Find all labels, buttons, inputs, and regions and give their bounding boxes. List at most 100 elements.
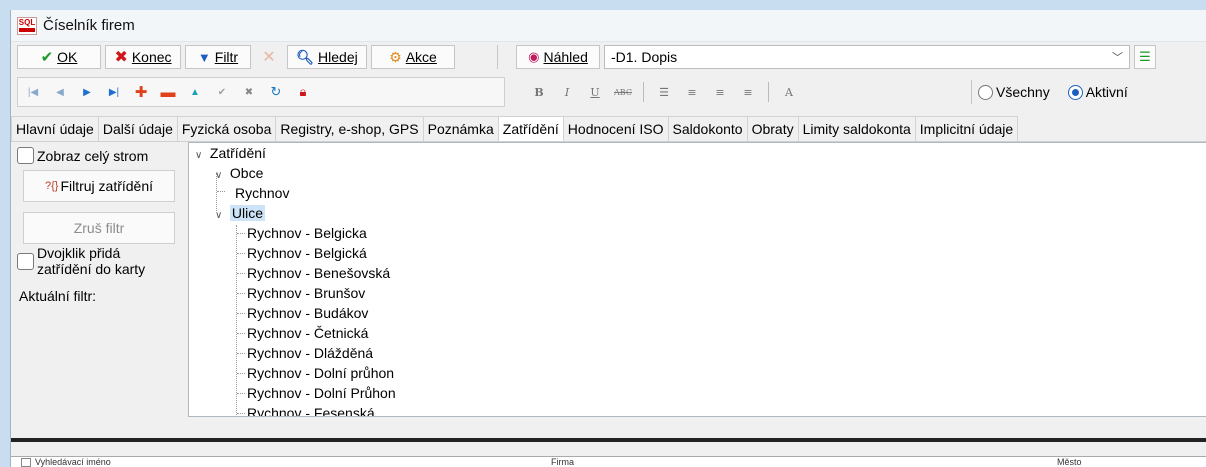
window-title: Číselník firem — [43, 17, 135, 34]
title-bar: SQL Číselník firem — [11, 10, 1206, 42]
tree-node-label: Rychnov - Budákov — [247, 305, 369, 321]
tree-connector — [237, 373, 245, 374]
chevron-down-icon[interactable]: ∨ — [215, 166, 226, 186]
refresh-icon[interactable]: ↻ — [265, 81, 287, 103]
select-all-checkbox[interactable] — [21, 458, 31, 467]
tree-node-ulice-item[interactable]: Rychnov - Dlážděná — [247, 343, 373, 363]
chevron-down-icon[interactable]: ∨ — [195, 146, 206, 166]
chevron-down-icon[interactable]: ∨ — [215, 206, 226, 226]
filtr-button[interactable]: ▼ Filtr — [185, 45, 251, 69]
tab-zatrideni[interactable]: Zatřídění — [497, 116, 564, 141]
tree-node-label: Rychnov — [235, 185, 290, 201]
navigation-toolbar: |◀ ◀ ▶ ▶| ✚ ▬ ▲ ✔ ✖ ↻ 🔒︎ B I U ABC ☰ ≡ ≡… — [11, 72, 1206, 112]
add-record-icon[interactable]: ✚ — [130, 81, 152, 103]
tree-node-ulice-item[interactable]: Rychnov - Belgická — [247, 243, 367, 263]
lock-icon[interactable]: 🔒︎ — [292, 81, 314, 103]
align-right-icon[interactable]: ≡ — [734, 86, 762, 99]
hledej-button[interactable]: 🔍︎ Hledej — [287, 45, 367, 69]
filtruj-zatrideni-button[interactable]: ?{} Filtruj zatřídění — [23, 170, 175, 202]
zobraz-cely-strom-label[interactable]: Zobraz celý strom — [37, 148, 148, 164]
tree-node-label: Rychnov - Dolní průhon — [247, 365, 395, 381]
eye-icon: ◉ — [528, 49, 540, 64]
column-vyhledavaci-jmeno[interactable]: Vyhledávací iméno — [35, 457, 111, 467]
tree-node-ulice-item[interactable]: Rychnov - Belgicka — [247, 223, 367, 243]
bullet-list-icon[interactable]: ☰ — [650, 86, 678, 99]
dvojklik-label[interactable]: Dvojklik přidá zatřídění do karty — [37, 245, 145, 277]
next-record-icon[interactable]: ▶ — [76, 81, 98, 103]
tree-node-ulice-item[interactable]: Rychnov - Budákov — [247, 303, 368, 323]
tab-dalsi-udaje[interactable]: Další údaje — [97, 116, 178, 141]
tree-node-label: Rychnov - Belgicka — [247, 225, 367, 241]
tree-node-ulice-item[interactable]: Rychnov - Brunšov — [247, 283, 365, 303]
radio-aktivni-label[interactable]: Aktivní — [1086, 84, 1128, 100]
tab-saldokonto[interactable]: Saldokonto — [667, 116, 748, 141]
record-navigator: |◀ ◀ ▶ ▶| ✚ ▬ ▲ ✔ ✖ ↻ 🔒︎ — [17, 77, 505, 107]
chevron-down-icon: ﹀ — [1112, 52, 1123, 64]
zobraz-cely-strom-checkbox[interactable] — [17, 147, 34, 164]
column-mesto[interactable]: Město — [1057, 457, 1082, 467]
nahled-label: Náhled — [543, 49, 588, 65]
delete-record-icon[interactable]: ▬ — [157, 81, 179, 103]
font-button[interactable]: A — [775, 86, 803, 99]
radio-vsechny[interactable] — [978, 84, 993, 100]
search-icon: 🔍︎ — [296, 48, 315, 65]
aktualni-filtr-label: Aktuální filtr: — [19, 288, 97, 304]
italic-button[interactable]: I — [553, 86, 581, 99]
classification-tree[interactable]: ∨ Zatřídění ∨ Obce Rychnov ∨ Ulice Rychn… — [188, 142, 1206, 417]
post-record-icon[interactable]: ✔ — [211, 81, 233, 103]
tree-node-obce[interactable]: ∨ Obce — [215, 163, 263, 183]
list-button[interactable]: ☰ — [1134, 45, 1156, 69]
zrus-filtr-button[interactable]: Zruš filtr — [23, 212, 175, 244]
tab-hlavni-udaje[interactable]: Hlavní údaje — [11, 116, 99, 141]
tab-poznamka[interactable]: Poznámka — [422, 116, 499, 141]
dvojklik-checkbox[interactable] — [17, 253, 34, 270]
tree-connector — [237, 253, 245, 254]
ok-button[interactable]: ✔ OK — [17, 45, 101, 69]
tree-node-ulice-item[interactable]: Rychnov - Dolní Průhon — [247, 383, 396, 403]
tree-node-label: Rychnov - Belgická — [247, 245, 367, 261]
tree-node-label: Rychnov - Fesenská — [247, 405, 375, 417]
tree-node-ulice-item[interactable]: Rychnov - Fesenská — [247, 403, 375, 417]
align-left-icon[interactable]: ≡ — [678, 86, 706, 99]
tab-registry[interactable]: Registry, e-shop, GPS — [275, 116, 424, 141]
tree-node-ulice-item[interactable]: Rychnov - Benešovská — [247, 263, 390, 283]
tree-node-ulice-label: Ulice — [229, 205, 266, 221]
zrus-filtr-label: Zruš filtr — [73, 220, 125, 236]
filtr-label: Filtr — [214, 49, 239, 65]
last-record-icon[interactable]: ▶| — [103, 81, 125, 103]
align-center-icon[interactable]: ≡ — [706, 86, 734, 99]
tab-fyzicka-osoba[interactable]: Fyzická osoba — [176, 116, 277, 141]
dvojklik-label-line2: zatřídění do karty — [37, 261, 146, 277]
report-select[interactable]: -D1. Dopis ﹀ — [604, 45, 1130, 69]
prev-record-icon[interactable]: ◀ — [49, 81, 71, 103]
nahled-button[interactable]: ◉ Náhled — [516, 45, 600, 69]
edit-record-icon[interactable]: ▲ — [184, 81, 206, 103]
akce-button[interactable]: ⚙ Akce — [371, 45, 455, 69]
radio-aktivni[interactable] — [1067, 84, 1083, 100]
toolbar-separator — [497, 45, 498, 69]
cancel-record-icon[interactable]: ✖ — [238, 81, 260, 103]
bold-button[interactable]: B — [525, 86, 553, 99]
column-firma[interactable]: Firma — [551, 457, 574, 467]
tree-node-obce-item[interactable]: Rychnov — [235, 183, 289, 203]
main-window: SQL Číselník firem ✔ OK ✖ Konec ▼ Filtr … — [10, 10, 1206, 467]
main-toolbar: ✔ OK ✖ Konec ▼ Filtr ✕ 🔍︎ Hledej ⚙ Akce … — [11, 42, 1206, 72]
list-icon: ☰ — [1139, 49, 1151, 64]
tree-connector — [237, 313, 245, 314]
radio-vsechny-label[interactable]: Všechny — [996, 84, 1050, 100]
ok-label: OK — [57, 49, 78, 65]
tab-implicitni-udaje[interactable]: Implicitní údaje — [914, 116, 1019, 141]
tree-node-ulice-item[interactable]: Rychnov - Dolní průhon — [247, 363, 394, 383]
tab-obraty[interactable]: Obraty — [746, 116, 799, 141]
tree-node-root[interactable]: ∨ Zatřídění — [195, 143, 266, 163]
tab-hodnoceni-iso[interactable]: Hodnocení ISO — [562, 116, 669, 141]
tree-node-ulice[interactable]: ∨ Ulice — [215, 203, 266, 226]
strikethrough-button[interactable]: ABC — [609, 88, 637, 97]
tab-limity-saldokonta[interactable]: Limity saldokonta — [797, 116, 916, 141]
underline-button[interactable]: U — [581, 86, 609, 99]
first-record-icon[interactable]: |◀ — [22, 81, 44, 103]
tree-node-ulice-item[interactable]: Rychnov - Četnická — [247, 323, 368, 343]
splitter[interactable] — [11, 438, 1206, 442]
clear-filter-button[interactable]: ✕ — [255, 45, 283, 69]
konec-button[interactable]: ✖ Konec — [105, 45, 181, 69]
